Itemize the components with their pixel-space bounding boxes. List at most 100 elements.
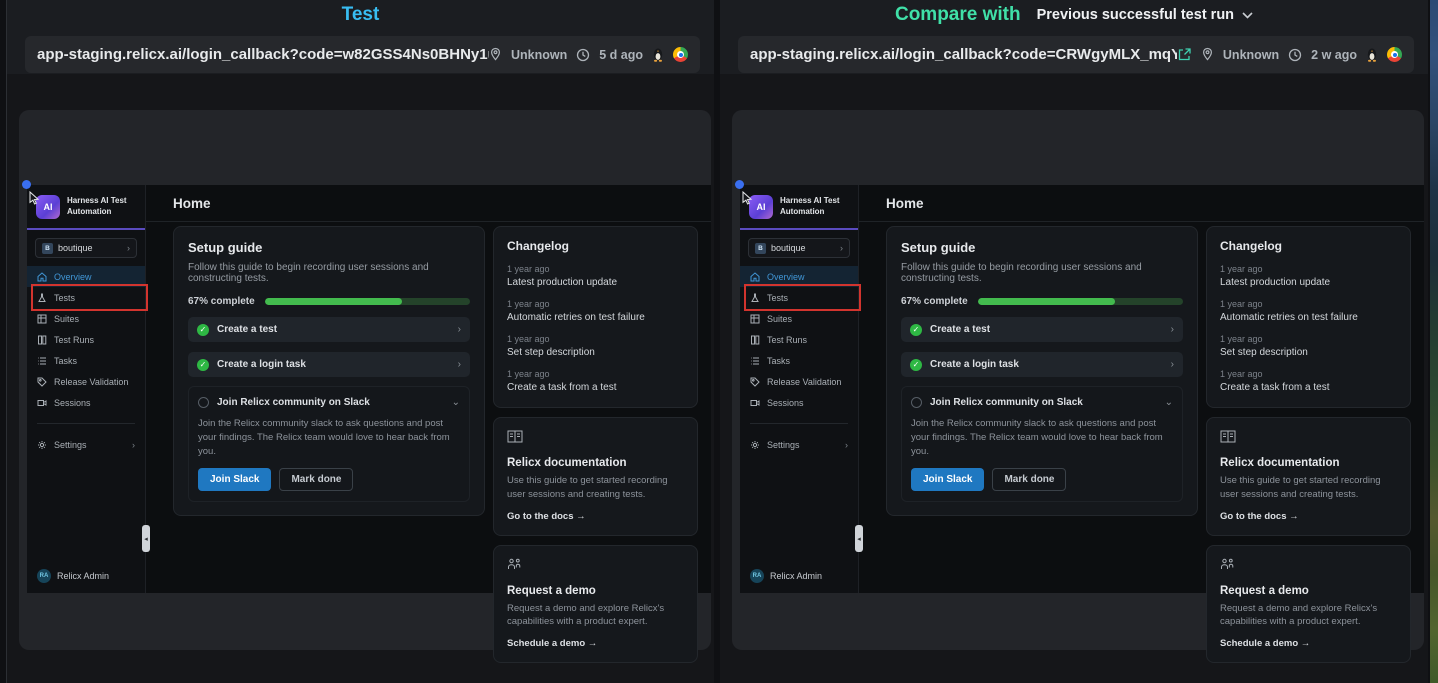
user-account[interactable]: RA Relicx Admin <box>750 569 822 583</box>
sidebar-item-sessions[interactable]: Sessions <box>740 392 858 413</box>
changelog-title: Changelog <box>1220 239 1397 253</box>
selection-handle-dot <box>22 180 31 189</box>
documentation-card: Relicx documentation Use this guide to g… <box>493 417 698 536</box>
video-icon <box>750 398 760 408</box>
test-screenshot-area: AI Harness AI Test Automation B boutique… <box>7 74 714 683</box>
sidebar-item-suites[interactable]: Suites <box>27 308 145 329</box>
setup-guide-title: Setup guide <box>901 240 1183 255</box>
compare-location: Unknown <box>1223 48 1279 62</box>
sidebar-nav: Overview Tests Suites Test Runs Tasks <box>27 266 145 455</box>
compare-url: app-staging.relicx.ai/login_callback?cod… <box>750 46 1177 63</box>
request-demo-description: Request a demo and explore Relicx's capa… <box>507 602 684 630</box>
location-pin-icon <box>1201 47 1214 62</box>
gear-icon <box>750 440 760 450</box>
sidebar-item-settings[interactable]: Settings › <box>740 434 858 455</box>
changelog-title: Changelog <box>507 239 684 253</box>
request-demo-description: Request a demo and explore Relicx's capa… <box>1220 602 1397 630</box>
compare-screenshot-area: AI Harness AI Test Automation B boutique… <box>720 74 1428 683</box>
sidebar-item-overview[interactable]: Overview <box>740 266 858 287</box>
slack-task-header[interactable]: Join Relicx community on Slack ⌄ <box>911 397 1173 408</box>
sidebar-item-tests[interactable]: Tests <box>27 287 145 308</box>
avatar: RA <box>37 569 51 583</box>
sidebar-item-test-runs[interactable]: Test Runs <box>27 329 145 350</box>
external-link-icon[interactable] <box>1177 47 1192 62</box>
mark-done-button[interactable]: Mark done <box>992 468 1066 491</box>
check-circle-icon: ✓ <box>910 324 922 336</box>
join-slack-button[interactable]: Join Slack <box>198 468 271 491</box>
sidebar-collapse-handle[interactable]: ◂ <box>142 525 150 552</box>
compare-run-selector[interactable]: Previous successful test run <box>1037 7 1253 23</box>
project-selector[interactable]: B boutique › <box>35 238 137 258</box>
app-sidebar: AI Harness AI Test Automation B boutique… <box>740 185 859 593</box>
clock-icon <box>576 48 590 62</box>
app-brand: AI Harness AI Test Automation <box>27 185 145 228</box>
columns-icon <box>37 335 47 345</box>
changelog-entry: 1 year ago Create a task from a test <box>507 369 684 393</box>
sidebar-collapse-handle[interactable]: ◂ <box>855 525 863 552</box>
list-icon <box>37 356 47 366</box>
grid-icon <box>37 314 47 324</box>
compare-app-screenshot: AI Harness AI Test Automation B boutique… <box>740 185 1424 593</box>
request-demo-card: Request a demo Request a demo and explor… <box>493 545 698 664</box>
selection-handle-dot <box>735 180 744 189</box>
user-account[interactable]: RA Relicx Admin <box>37 569 109 583</box>
sidebar-item-settings[interactable]: Settings › <box>27 434 145 455</box>
sidebar-divider <box>37 423 135 424</box>
compare-with-title: Compare with <box>895 4 1021 26</box>
schedule-demo-link[interactable]: Schedule a demo → <box>507 638 684 649</box>
people-icon <box>507 558 522 571</box>
flask-icon <box>37 293 47 303</box>
go-to-docs-link[interactable]: Go to the docs → <box>1220 511 1397 522</box>
project-selector[interactable]: B boutique › <box>748 238 850 258</box>
tag-icon <box>750 377 760 387</box>
sidebar-item-release-validation[interactable]: Release Validation <box>740 371 858 392</box>
task-create-a-login-task[interactable]: ✓ Create a login task › <box>901 352 1183 377</box>
task-create-a-login-task[interactable]: ✓ Create a login task › <box>188 352 470 377</box>
progress-fill <box>978 298 1116 305</box>
sidebar-nav: Overview Tests Suites Test Runs Tasks <box>740 266 858 455</box>
compare-url-bar[interactable]: app-staging.relicx.ai/login_callback?cod… <box>738 36 1414 73</box>
book-icon <box>507 430 523 443</box>
schedule-demo-link[interactable]: Schedule a demo → <box>1220 638 1397 649</box>
changelog-entry: 1 year ago Set step description <box>1220 334 1397 358</box>
sidebar-item-release-validation[interactable]: Release Validation <box>27 371 145 392</box>
sidebar-item-test-runs[interactable]: Test Runs <box>740 329 858 350</box>
chrome-browser-icon <box>673 47 688 62</box>
task-create-a-test[interactable]: ✓ Create a test › <box>188 317 470 342</box>
task-create-a-test[interactable]: ✓ Create a test › <box>901 317 1183 342</box>
page-title: Home <box>859 185 1424 222</box>
go-to-docs-link[interactable]: Go to the docs → <box>507 511 684 522</box>
avatar: RA <box>750 569 764 583</box>
progress-bar <box>978 298 1183 305</box>
sidebar-item-sessions[interactable]: Sessions <box>27 392 145 413</box>
chevron-right-icon: › <box>132 440 135 450</box>
join-slack-button[interactable]: Join Slack <box>911 468 984 491</box>
sidebar-divider <box>750 423 848 424</box>
setup-guide-description: Follow this guide to begin recording use… <box>901 262 1183 284</box>
compare-age: 2 w ago <box>1311 48 1357 62</box>
test-url-bar[interactable]: app-staging.relicx.ai/login_callback?cod… <box>25 36 700 73</box>
clock-icon <box>1288 48 1302 62</box>
documentation-title: Relicx documentation <box>507 457 684 469</box>
home-icon <box>750 272 760 282</box>
chevron-right-icon: › <box>845 440 848 450</box>
mark-done-button[interactable]: Mark done <box>279 468 353 491</box>
flask-icon <box>750 293 760 303</box>
sidebar-item-tests[interactable]: Tests <box>740 287 858 308</box>
chevron-right-icon: › <box>1171 359 1174 370</box>
check-circle-icon: ✓ <box>910 359 922 371</box>
app-main: Home Setup guide Follow this guide to be… <box>146 185 711 593</box>
slack-task-header[interactable]: Join Relicx community on Slack ⌄ <box>198 397 460 408</box>
project-badge: B <box>755 243 766 254</box>
linux-penguin-icon <box>652 47 664 62</box>
list-icon <box>750 356 760 366</box>
sidebar-item-suites[interactable]: Suites <box>740 308 858 329</box>
test-step-highlight-box <box>744 284 861 311</box>
test-title: Test <box>342 4 380 26</box>
sidebar-item-overview[interactable]: Overview <box>27 266 145 287</box>
sidebar-item-tasks[interactable]: Tasks <box>27 350 145 371</box>
documentation-description: Use this guide to get started recording … <box>507 474 684 502</box>
sidebar-item-tasks[interactable]: Tasks <box>740 350 858 371</box>
app-main: Home Setup guide Follow this guide to be… <box>859 185 1424 593</box>
unchecked-circle-icon <box>911 397 922 408</box>
